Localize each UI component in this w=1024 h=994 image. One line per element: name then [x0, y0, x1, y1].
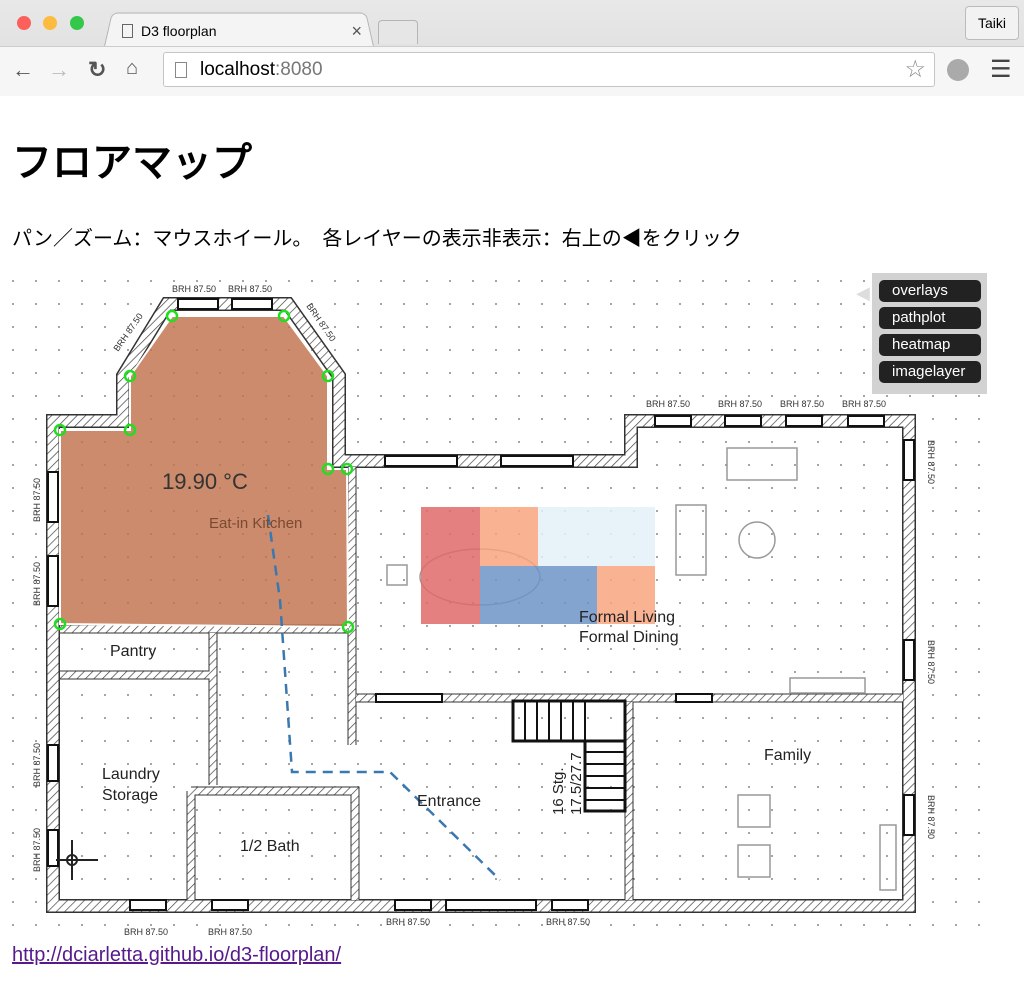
svg-text:16 Stg.: 16 Stg. [550, 767, 567, 815]
svg-text:BRH 87.50: BRH 87.50 [780, 399, 824, 409]
svg-text:BRH 87.50: BRH 87.50 [546, 917, 590, 927]
heatmap-cell [538, 507, 655, 566]
url-host: localhost [200, 58, 275, 80]
temperature-label: 19.90 °C [162, 469, 248, 494]
back-icon[interactable]: ← [12, 57, 34, 83]
layer-toggle-icon[interactable]: ◀ [856, 283, 870, 304]
tab-title: D3 floorplan [141, 23, 217, 39]
svg-text:BRH 87.50: BRH 87.50 [32, 828, 42, 872]
svg-text:BRH 87.50: BRH 87.50 [646, 399, 690, 409]
svg-text:BRH 87.50: BRH 87.50 [926, 795, 936, 839]
heatmap-layer [421, 507, 655, 624]
svg-text:Formal Dining: Formal Dining [579, 629, 679, 646]
layer-panel: ◀ overlays pathplot heatmap imagelayer [856, 273, 987, 394]
heatmap-cell [480, 507, 538, 566]
new-tab-button[interactable] [378, 20, 418, 44]
svg-text:BRH 87.50: BRH 87.50 [32, 478, 42, 522]
home-icon[interactable]: ⌂ [126, 57, 138, 80]
project-link[interactable]: http://dciarletta.github.io/d3-floorplan… [12, 944, 341, 967]
profile-button[interactable]: Taiki [965, 6, 1019, 40]
svg-text:BRH 87.50: BRH 87.50 [32, 562, 42, 606]
heatmap-cell [421, 507, 480, 624]
svg-text:17.5/27.7: 17.5/27.7 [568, 752, 585, 815]
address-bar[interactable]: localhost:8080 ☆ [163, 52, 935, 87]
svg-text:1/2 Bath: 1/2 Bath [240, 838, 300, 855]
svg-text:BRH 87.50: BRH 87.50 [228, 284, 272, 294]
layer-toggle-pathplot[interactable]: pathplot [879, 307, 981, 329]
svg-text:Formal Living: Formal Living [579, 609, 675, 626]
svg-text:BRH 87.50: BRH 87.50 [926, 640, 936, 684]
svg-text:BRH 87.50: BRH 87.50 [842, 399, 886, 409]
instructions: パン／ズーム：マウスホイール。 各レイヤーの表示非表示：右上の◀をクリック [12, 228, 742, 250]
reload-icon[interactable]: ↻ [88, 57, 106, 83]
svg-text:BRH 87.50: BRH 87.50 [208, 927, 252, 937]
svg-text:Pantry: Pantry [110, 643, 156, 660]
page-icon [175, 62, 187, 78]
tab-close-icon[interactable]: × [351, 21, 362, 42]
svg-text:BRH 87.50: BRH 87.50 [718, 399, 762, 409]
maximize-window-button[interactable] [70, 16, 84, 30]
svg-text:BRH 87.50: BRH 87.50 [172, 284, 216, 294]
url-port: :8080 [275, 58, 323, 80]
menu-icon[interactable]: ☰ [990, 55, 1012, 84]
layer-toggle-heatmap[interactable]: heatmap [879, 334, 981, 356]
browser-chrome: D3 floorplan × Taiki ← → ↻ ⌂ localhost:8… [0, 0, 1024, 96]
bookmark-star-icon[interactable]: ☆ [904, 55, 926, 84]
minimize-window-button[interactable] [43, 16, 57, 30]
forward-icon[interactable]: → [48, 57, 70, 83]
extension-icon[interactable] [947, 59, 969, 81]
svg-text:Entrance: Entrance [417, 793, 481, 810]
close-window-button[interactable] [17, 16, 31, 30]
svg-text:BRH 87.50: BRH 87.50 [32, 743, 42, 787]
svg-text:BRH 87.50: BRH 87.50 [124, 927, 168, 937]
layer-toggle-imagelayer[interactable]: imagelayer [879, 361, 981, 383]
svg-text:Laundry: Laundry [102, 766, 160, 783]
svg-text:Family: Family [764, 747, 811, 764]
page-icon [122, 24, 133, 38]
layer-toggle-overlays[interactable]: overlays [879, 280, 981, 302]
svg-text:Eat-in Kitchen: Eat-in Kitchen [209, 515, 302, 532]
svg-text:BRH 87.50: BRH 87.50 [386, 917, 430, 927]
svg-text:BRH 87.50: BRH 87.50 [926, 440, 936, 484]
floorplan-map[interactable]: BRH 87.50 BRH 87.50 BRH 87.50 BRH 87.50 BRH… [0, 260, 1024, 940]
page-title: フロアマップ [12, 141, 252, 185]
svg-text:Storage: Storage [102, 787, 158, 804]
